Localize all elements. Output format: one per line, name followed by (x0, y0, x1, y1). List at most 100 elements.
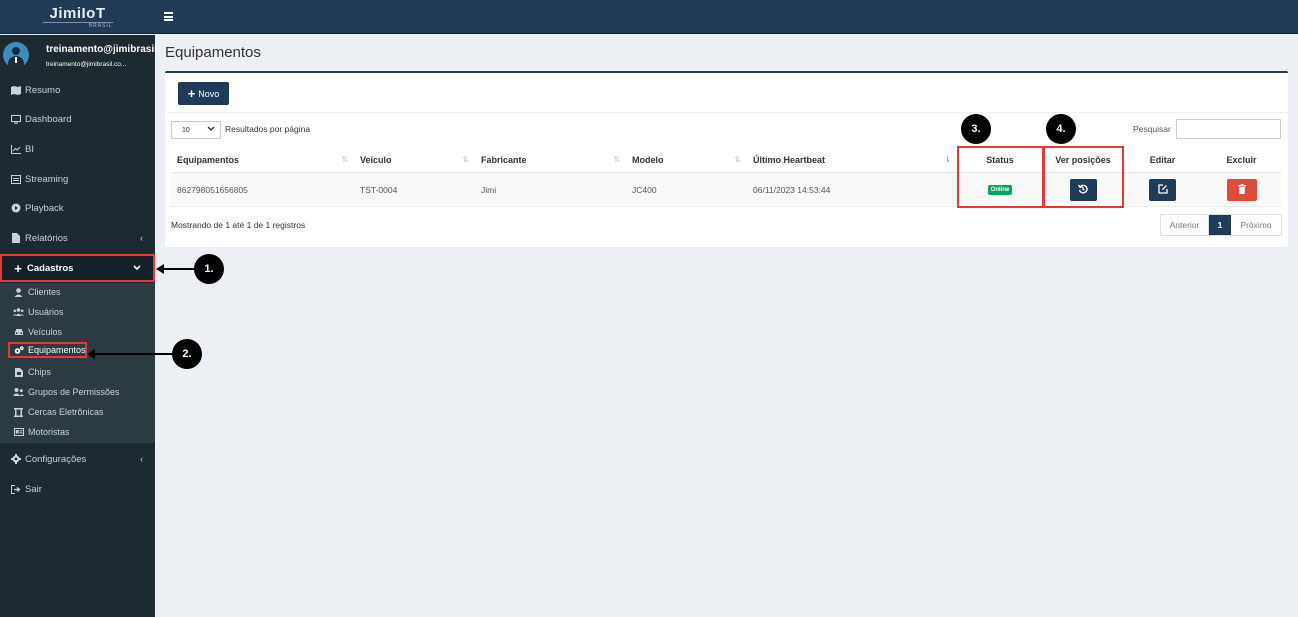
submenu-item-equipamentos[interactable]: Equipamentos (8, 342, 87, 358)
fence-icon (13, 407, 24, 417)
plus-icon: + (187, 85, 196, 101)
chip-icon (13, 367, 24, 377)
delete-button[interactable] (1226, 179, 1257, 201)
submenu-item-label: Motoristas (28, 427, 70, 437)
sort-desc-icon: ⇂ (944, 155, 951, 164)
submenu-item-veiculos[interactable]: Veículos (0, 323, 155, 341)
next-page-button[interactable]: Próximo (1231, 215, 1281, 235)
submenu-item-label: Cercas Eletrônicas (28, 407, 104, 417)
sidebar-item-cadastros[interactable]: + Cadastros (0, 254, 155, 282)
cell-fabricante: Jimi (481, 185, 497, 195)
cell-veiculo: TST-0004 (360, 185, 398, 195)
column-label: Equipamentos (177, 154, 240, 165)
menu-icon[interactable] (164, 12, 173, 21)
sidebar-item-label: Streaming (25, 173, 69, 185)
chevron-down-icon (207, 125, 215, 134)
sort-icon: ⇅ (462, 155, 469, 164)
submenu-item-usuarios[interactable]: Usuários (0, 303, 155, 321)
submenu-item-label: Grupos de Permissões (28, 387, 120, 397)
novo-button-label: Novo (198, 88, 220, 99)
user-email: treinamento@jimibrasil.co... (46, 61, 127, 68)
column-header-editar: Editar (1123, 147, 1202, 173)
id-card-icon (13, 428, 24, 436)
group-icon (13, 388, 24, 396)
logo[interactable]: JimiIoT BRASIL (0, 0, 155, 34)
column-header-fabricante[interactable]: Fabricante ⇅ (475, 147, 626, 173)
search-label: Pesquisar (1133, 124, 1171, 134)
sidebar-item-bi[interactable]: BI (0, 135, 155, 163)
sidebar-item-configuracoes[interactable]: Configurações ‹ (0, 445, 155, 473)
user-icon (13, 287, 24, 297)
arrow-head (87, 349, 95, 359)
sidebar-item-sair[interactable]: Sair (0, 475, 155, 503)
monitor-icon (10, 114, 22, 124)
map-icon (10, 85, 22, 95)
submenu-item-label: Equipamentos (28, 345, 86, 355)
column-label: Editar (1149, 154, 1176, 165)
play-icon (10, 203, 22, 213)
submenu-item-label: Usuários (28, 307, 64, 317)
logo-subtitle: BRASIL (42, 21, 113, 29)
current-page-button[interactable]: 1 (1209, 215, 1231, 235)
sidebar-item-dashboard[interactable]: Dashboard (0, 105, 155, 133)
sign-out-icon (10, 484, 22, 494)
sidebar-item-streaming[interactable]: Streaming (0, 165, 155, 193)
search-input[interactable] (1176, 119, 1281, 139)
ver-posicoes-column-highlight (1043, 146, 1124, 208)
chevron-down-icon (133, 263, 141, 273)
chart-icon (10, 144, 22, 154)
sidebar: treinamento@jimibrasil treinamento@jimib… (0, 35, 157, 617)
sidebar-item-relatorios[interactable]: Relatórios ‹ (0, 224, 155, 252)
submenu-item-chips[interactable]: Chips (0, 363, 155, 381)
step-marker-2: 2. (172, 339, 202, 369)
page-length-select[interactable]: 10 (171, 121, 221, 139)
submenu-item-cercas[interactable]: Cercas Eletrônicas (0, 403, 155, 421)
cadastros-submenu: Clientes Usuários Veículos Equipamentos … (0, 283, 155, 443)
step-marker-4: 4. (1046, 114, 1076, 144)
submenu-item-motoristas[interactable]: Motoristas (0, 423, 155, 441)
sort-icon: ⇅ (341, 155, 348, 164)
sidebar-item-label: Relatórios (25, 232, 68, 244)
streaming-icon (10, 174, 22, 184)
users-icon (13, 308, 24, 316)
previous-page-button[interactable]: Anterior (1161, 215, 1209, 235)
sort-icon: ⇅ (613, 155, 620, 164)
cogs-icon (14, 345, 24, 355)
page-title: Equipamentos (165, 44, 261, 61)
cell-heartbeat: 06/11/2023 14:53:44 (753, 185, 831, 195)
column-header-equipamentos[interactable]: Equipamentos ⇅ (171, 147, 354, 173)
cell-equipamento: 862798051656805 (177, 185, 248, 195)
sidebar-item-playback[interactable]: Playback (0, 194, 155, 222)
page-length-value: 10 (182, 126, 190, 134)
column-header-modelo[interactable]: Modelo ⇅ (626, 147, 747, 173)
edit-icon (1157, 184, 1168, 196)
divider (165, 112, 1288, 113)
novo-button[interactable]: + Novo (178, 82, 229, 105)
column-header-heartbeat[interactable]: Último Heartbeat ⇂ (747, 147, 957, 173)
step-marker-1: 1. (194, 254, 224, 284)
sidebar-item-label: Resumo (25, 84, 61, 96)
logo-text: JimiIoT (49, 4, 106, 22)
column-header-veiculo[interactable]: Veículo ⇅ (354, 147, 475, 173)
sidebar-item-label: Cadastros (27, 262, 74, 274)
arrow-line (162, 268, 194, 270)
column-label: Veículo (360, 154, 392, 165)
pagination: Anterior 1 Próximo (1160, 214, 1282, 236)
column-label: Excluir (1226, 154, 1257, 165)
column-header-excluir: Excluir (1202, 147, 1281, 173)
submenu-item-grupos[interactable]: Grupos de Permissões (0, 383, 155, 401)
submenu-item-label: Clientes (28, 287, 61, 297)
arrow-head (156, 264, 164, 274)
plus-icon: + (14, 260, 22, 276)
submenu-item-clientes[interactable]: Clientes (0, 283, 155, 301)
edit-button[interactable] (1149, 179, 1176, 201)
user-panel: treinamento@jimibrasil treinamento@jimib… (0, 35, 157, 77)
table-info: Mostrando de 1 até 1 de 1 registros (171, 220, 306, 230)
file-icon (10, 233, 22, 243)
column-label: Fabricante (481, 154, 527, 165)
sidebar-item-resumo[interactable]: Resumo (0, 76, 155, 104)
sidebar-item-label: BI (25, 143, 34, 155)
sidebar-item-label: Playback (25, 202, 64, 214)
chevron-left-icon: ‹ (140, 454, 143, 464)
arrow-line (94, 353, 172, 355)
